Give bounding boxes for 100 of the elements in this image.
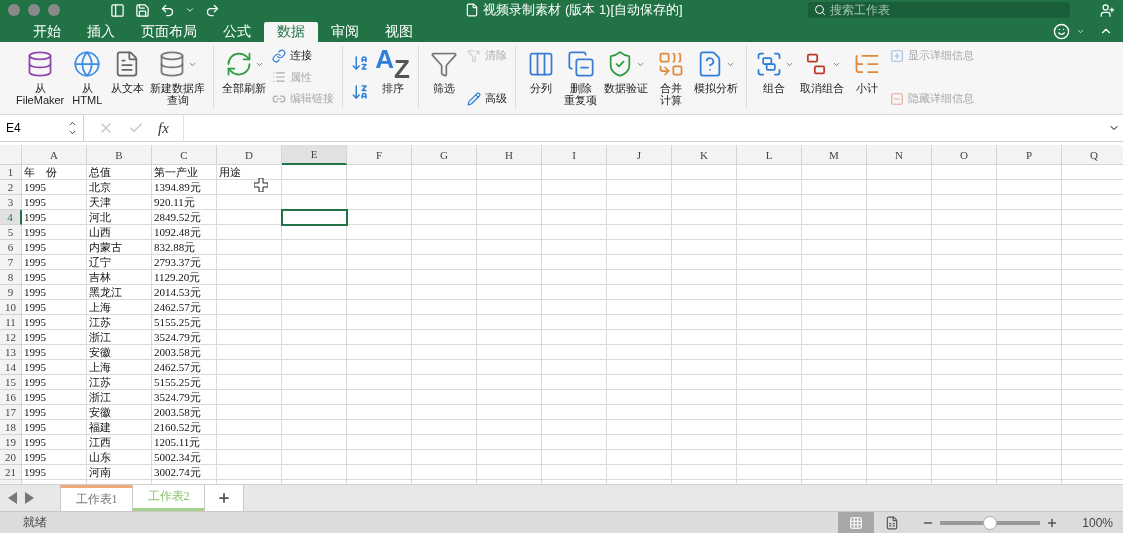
column-header[interactable]: C: [152, 145, 217, 165]
row-header[interactable]: 7: [0, 255, 22, 270]
add-sheet-button[interactable]: [204, 485, 244, 511]
column-header[interactable]: L: [737, 145, 802, 165]
ribbon-tab[interactable]: 数据: [264, 22, 318, 42]
row-header[interactable]: 15: [0, 375, 22, 390]
row-header[interactable]: 9: [0, 285, 22, 300]
row-header[interactable]: 18: [0, 420, 22, 435]
table-cell-text: 总值: [88, 165, 112, 180]
column-header[interactable]: I: [542, 145, 607, 165]
caret-icon[interactable]: [185, 5, 195, 15]
sort-button[interactable]: AZ 排序: [375, 46, 410, 108]
ribbon-tab[interactable]: 审阅: [318, 22, 372, 42]
ribbon-button[interactable]: 小计: [849, 46, 884, 108]
ribbon-button[interactable]: 数据验证: [603, 46, 648, 108]
sort-descending-icon[interactable]: [351, 82, 370, 101]
column-header[interactable]: D: [217, 145, 282, 165]
column-header[interactable]: F: [347, 145, 412, 165]
column-header[interactable]: A: [22, 145, 87, 165]
column-header[interactable]: J: [607, 145, 672, 165]
row-header[interactable]: 10: [0, 300, 22, 315]
grid-icon: [849, 515, 864, 530]
table-cell-text: 2003.58元: [153, 345, 202, 360]
ribbon-button[interactable]: 连接: [272, 48, 335, 63]
table-cell-text: 1129.20元: [153, 270, 202, 285]
row-header[interactable]: 8: [0, 270, 22, 285]
zoom-in-icon[interactable]: [1046, 516, 1059, 529]
row-header[interactable]: 4: [0, 210, 22, 225]
normal-view-button[interactable]: [838, 512, 875, 533]
search-field[interactable]: 搜索工作表: [808, 2, 1070, 18]
row-header[interactable]: 16: [0, 390, 22, 405]
row-header[interactable]: 5: [0, 225, 22, 240]
row-header[interactable]: 11: [0, 315, 22, 330]
table-cell-text: 2849.52元: [153, 210, 202, 225]
row-header[interactable]: 21: [0, 465, 22, 480]
ribbon-button[interactable]: 筛选: [426, 46, 461, 108]
link-icon: [272, 48, 287, 63]
ribbon-button[interactable]: 合并 计算: [653, 46, 688, 108]
sheet-tab[interactable]: 工作表1: [60, 485, 132, 511]
table-cell-text: 1995: [23, 435, 47, 450]
row-header[interactable]: 6: [0, 240, 22, 255]
ribbon-button[interactable]: 删除 重复项: [563, 46, 598, 108]
column-header[interactable]: B: [87, 145, 152, 165]
column-header[interactable]: H: [477, 145, 542, 165]
table-cell-text: 辽宁: [88, 255, 112, 270]
next-sheet-icon[interactable]: [24, 492, 34, 504]
search-input[interactable]: 搜索工作表: [830, 3, 1030, 17]
ribbon-button[interactable]: 高级: [466, 91, 507, 106]
insert-function-button[interactable]: fx: [158, 119, 169, 137]
add-person-icon[interactable]: [1100, 2, 1115, 18]
ribbon-tab[interactable]: 公式: [210, 22, 264, 42]
column-header[interactable]: O: [932, 145, 997, 165]
ribbon-tab[interactable]: 页面布局: [128, 22, 210, 42]
row-header[interactable]: 12: [0, 330, 22, 345]
name-box[interactable]: E4: [0, 114, 84, 142]
table-cell-text: 1995: [23, 330, 47, 345]
sidebar-icon[interactable]: [110, 2, 125, 18]
row-header[interactable]: 14: [0, 360, 22, 375]
ribbon-button[interactable]: 新建数据库 查询: [150, 46, 206, 108]
row-header[interactable]: 19: [0, 435, 22, 450]
table-cell-text: 上海: [88, 300, 112, 315]
window-title: 视频录制素材 (版本 1)[自动保存的]: [483, 1, 683, 19]
save-icon[interactable]: [135, 2, 150, 18]
row-header[interactable]: 20: [0, 450, 22, 465]
ribbon-button[interactable]: 从文本: [110, 46, 145, 108]
ribbon-button[interactable]: 分列: [523, 46, 558, 108]
ribbon-button[interactable]: 从 FileMaker: [16, 46, 65, 108]
undo-icon[interactable]: [160, 2, 175, 18]
ribbon-button[interactable]: 模拟分析: [693, 46, 738, 108]
column-header[interactable]: M: [802, 145, 867, 165]
table-cell-text: 3524.79元: [153, 330, 202, 345]
column-header[interactable]: G: [412, 145, 477, 165]
column-header[interactable]: P: [997, 145, 1062, 165]
table-cell-text: 1995: [23, 240, 47, 255]
table-cell-text: 832.88元: [153, 240, 197, 255]
previous-sheet-icon[interactable]: [8, 492, 18, 504]
ribbon-button[interactable]: 取消组合: [799, 46, 844, 108]
ribbon-tab[interactable]: 插入: [74, 22, 128, 42]
row-header[interactable]: 1: [0, 165, 22, 180]
column-header[interactable]: K: [672, 145, 737, 165]
redo-icon[interactable]: [205, 2, 220, 18]
plus-icon: [217, 491, 231, 505]
ribbon-button[interactable]: 全部刷新: [222, 46, 267, 108]
ribbon-tab[interactable]: 开始: [20, 22, 74, 42]
column-header[interactable]: Q: [1062, 145, 1123, 165]
table-cell-text: 安徽: [88, 345, 112, 360]
slider-thumb[interactable]: [983, 515, 998, 530]
ribbon-button[interactable]: 从 HTML: [70, 46, 105, 108]
row-header[interactable]: 3: [0, 195, 22, 210]
row-header[interactable]: 2: [0, 180, 22, 195]
row-header[interactable]: 13: [0, 345, 22, 360]
stepper-icon[interactable]: [68, 119, 77, 137]
column-header[interactable]: N: [867, 145, 932, 165]
ribbon-button[interactable]: 组合: [754, 46, 794, 108]
column-header[interactable]: E: [282, 145, 347, 165]
smiley-icon[interactable]: [1053, 22, 1070, 40]
sort-ascending-icon[interactable]: [351, 53, 370, 72]
ribbon-tab[interactable]: 视图: [372, 22, 426, 42]
pencil-icon: [466, 91, 481, 106]
row-header[interactable]: 17: [0, 405, 22, 420]
